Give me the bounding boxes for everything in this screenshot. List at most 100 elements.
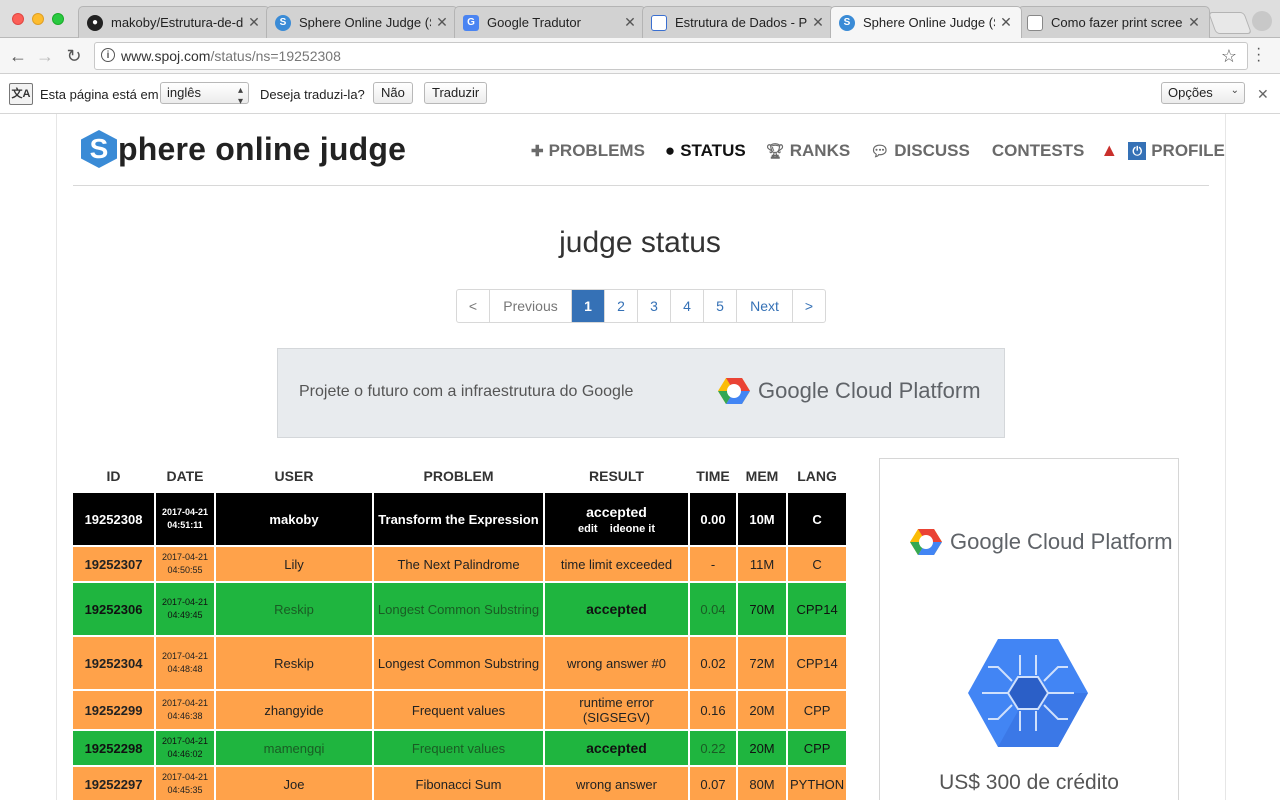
pagination-page-4[interactable]: 4	[671, 290, 704, 322]
side-ad[interactable]: Google Cloud Platform US$ 300 de crédito	[879, 458, 1179, 800]
submission-user[interactable]: Reskip	[216, 583, 372, 635]
table-row: 19252306 2017-04-21 04:49:45 Reskip Longe…	[73, 583, 847, 635]
nav-discuss[interactable]: 💬︎ DISCUSS	[870, 141, 970, 161]
submission-id[interactable]: 19252306	[73, 583, 154, 635]
submission-lang: CPP14	[788, 583, 847, 635]
nav-problems[interactable]: ✚ PROBLEMS	[531, 141, 645, 161]
col-mem: MEM	[745, 468, 779, 484]
browser-tab-3[interactable]: G Google Tradutor ✕	[454, 6, 646, 38]
main-nav: ✚ PROBLEMS ● STATUS 🏆︎ RANKS 💬︎ DISCUSS CONT…	[531, 140, 1225, 161]
browser-tab-6[interactable]: Como fazer print screen ✕	[1018, 6, 1210, 38]
nav-contests[interactable]: CONTESTS	[992, 141, 1085, 161]
submission-problem[interactable]: Transform the Expression	[374, 493, 543, 545]
no-button[interactable]: Não	[373, 82, 413, 104]
result-text: accepted	[586, 503, 647, 520]
submission-problem[interactable]: Frequent values	[374, 731, 543, 765]
submission-lang: PYTHON	[788, 767, 847, 800]
submission-time: 0.07	[690, 767, 736, 800]
col-id: ID	[106, 468, 121, 484]
pagination-previous[interactable]: Previous	[490, 290, 572, 322]
submission-problem[interactable]: Frequent values	[374, 691, 543, 729]
submission-time: 0.16	[690, 691, 736, 729]
options-select[interactable]: Opções ⌄	[1161, 82, 1245, 104]
spoj-logo[interactable]: S phere online judge	[81, 130, 406, 168]
translate-button[interactable]: Traduzir	[424, 82, 488, 104]
forward-arrow-icon[interactable]: →	[33, 44, 57, 68]
submission-result: accepted edit ideone it	[545, 493, 688, 545]
translate-question: Deseja traduzi-la?	[260, 87, 365, 102]
nav-profile[interactable]: ⏻PROFILE▼	[1128, 141, 1225, 161]
language-select-value: inglês	[167, 85, 201, 100]
pagination-next[interactable]: Next	[737, 290, 793, 322]
ad-banner[interactable]: Projete o futuro com a infraestrutura do…	[277, 348, 1005, 438]
language-select[interactable]: inglês ▴ ▾	[160, 82, 249, 107]
browser-menu-icon[interactable]: · · ·	[1256, 41, 1261, 69]
submission-user[interactable]: makoby	[216, 493, 372, 545]
submission-time: 0.02	[690, 637, 736, 689]
submission-user[interactable]: Reskip	[216, 637, 372, 689]
submission-user[interactable]: zhangyide	[216, 691, 372, 729]
submission-problem[interactable]: Longest Common Substring	[374, 637, 543, 689]
nav-status[interactable]: ● STATUS	[665, 141, 746, 161]
bookmark-star-icon[interactable]: ☆	[1221, 46, 1237, 67]
pagination-page-3[interactable]: 3	[638, 290, 671, 322]
window-close-button[interactable]	[12, 13, 24, 25]
submission-id[interactable]: 19252308	[73, 493, 154, 545]
browser-tab-5-active[interactable]: S Sphere Online Judge (S ✕	[830, 6, 1022, 38]
site-info-icon[interactable]: i	[101, 48, 115, 62]
submission-user[interactable]: Joe	[216, 767, 372, 800]
warning-icon: ▲	[1100, 140, 1119, 160]
translate-close-icon[interactable]: ✕	[1257, 86, 1269, 103]
submission-id[interactable]: 19252304	[73, 637, 154, 689]
date-day: 2017-04-21	[161, 651, 209, 661]
browser-tab-2[interactable]: S Sphere Online Judge (S ✕	[266, 6, 458, 38]
browser-tab-4[interactable]: Estrutura de Dados - Pr ✕	[642, 6, 834, 38]
logo-hexagon: S	[81, 130, 117, 168]
reload-icon[interactable]: ↻	[62, 44, 86, 68]
back-arrow-icon[interactable]: ←	[6, 44, 30, 68]
submission-problem[interactable]: Fibonacci Sum	[374, 767, 543, 800]
address-bar[interactable]: i www.spoj.com/status/ns=19252308 ☆	[94, 42, 1248, 70]
new-tab-button[interactable]	[1207, 12, 1253, 34]
submission-problem[interactable]: Longest Common Substring	[374, 583, 543, 635]
tab-close-icon[interactable]: ✕	[999, 14, 1013, 31]
nav-ranks[interactable]: 🏆︎ RANKS	[766, 141, 851, 161]
window-zoom-button[interactable]	[52, 13, 64, 25]
submission-problem[interactable]: The Next Palindrome	[374, 547, 543, 581]
submission-lang: CPP	[788, 731, 847, 765]
submission-user[interactable]: Lily	[216, 547, 372, 581]
submission-id[interactable]: 19252307	[73, 547, 154, 581]
submission-mem: 20M	[738, 731, 786, 765]
gcp-hexagon-icon	[910, 529, 942, 555]
submission-time: -	[690, 547, 736, 581]
submission-date: 2017-04-21 04:45:35	[156, 767, 214, 800]
tab-close-icon[interactable]: ✕	[811, 14, 825, 31]
date-day: 2017-04-21	[161, 772, 209, 782]
date-time: 04:50:55	[167, 565, 203, 575]
tab-close-icon[interactable]: ✕	[247, 14, 261, 31]
browser-toolbar: ← → ↻ i www.spoj.com/status/ns=19252308 …	[0, 38, 1280, 74]
date-day: 2017-04-21	[161, 597, 209, 607]
nav-alert[interactable]: ▲	[1100, 140, 1118, 161]
submission-time: 0.22	[690, 731, 736, 765]
result-links[interactable]: edit ideone it	[578, 523, 655, 535]
nav-ranks-label: RANKS	[789, 140, 851, 160]
browser-tab-1[interactable]: ● makoby/Estrutura-de-d ✕	[78, 6, 270, 38]
url-text: www.spoj.com/status/ns=19252308	[121, 48, 341, 64]
submission-lang: CPP	[788, 691, 847, 729]
submission-id[interactable]: 19252299	[73, 691, 154, 729]
pagination-page-1[interactable]: 1	[572, 290, 605, 322]
submission-id[interactable]: 19252298	[73, 731, 154, 765]
browser-profile-icon[interactable]	[1252, 11, 1272, 31]
tab-close-icon[interactable]: ✕	[623, 14, 637, 31]
window-minimize-button[interactable]	[32, 13, 44, 25]
tab-close-icon[interactable]: ✕	[435, 14, 449, 31]
pagination-next-arrow[interactable]: >	[793, 290, 825, 322]
pagination-page-5[interactable]: 5	[704, 290, 737, 322]
tab-close-icon[interactable]: ✕	[1187, 14, 1201, 31]
pagination-prev-arrow[interactable]: <	[457, 290, 490, 322]
translate-prompt: Esta página está em	[40, 87, 159, 102]
submission-id[interactable]: 19252297	[73, 767, 154, 800]
submission-user[interactable]: mamengqi	[216, 731, 372, 765]
pagination-page-2[interactable]: 2	[605, 290, 638, 322]
